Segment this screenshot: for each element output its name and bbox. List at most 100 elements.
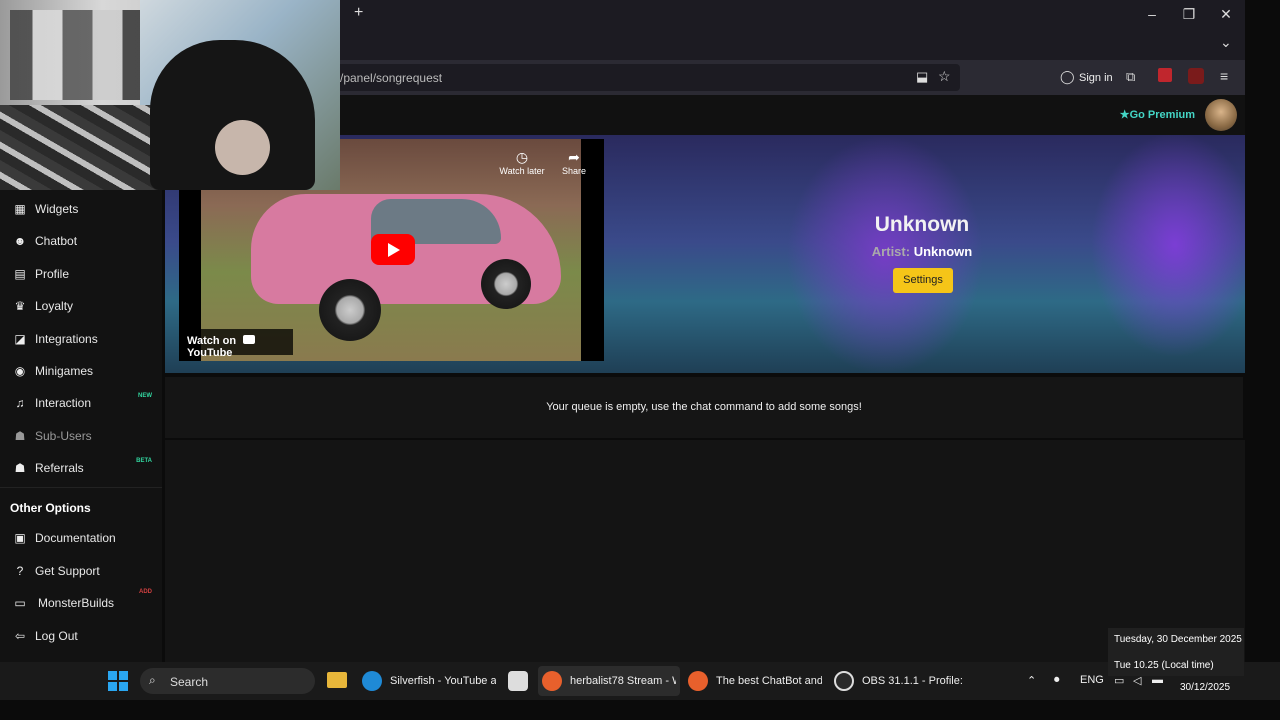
sidebar-item-label: MonsterBuilds xyxy=(38,596,115,610)
song-artist: Artist: Unknown xyxy=(817,244,1027,259)
new-tab-button[interactable]: + xyxy=(354,4,363,22)
url-text: /panel/songrequest xyxy=(340,71,443,85)
sidebar-item-monsterbuilds[interactable]: ▭ MonsterBuilds ADD xyxy=(0,589,162,617)
go-premium-label: Go Premium xyxy=(1129,109,1195,121)
store-icon[interactable] xyxy=(508,671,528,691)
taskbar-app-firefox-stream[interactable]: herbalist78 Stream - Wa xyxy=(538,666,680,696)
ad-badge: ADD xyxy=(139,589,152,595)
widgets-icon: ▦ xyxy=(14,202,26,216)
windows-logo-icon xyxy=(108,671,117,680)
sidebar-item-sub-users[interactable]: ☗ Sub-Users xyxy=(0,422,162,450)
search-label: Search xyxy=(170,675,209,689)
microphone-icon[interactable]: ⏺ xyxy=(1054,674,1060,687)
sidebar: ▦ Widgets ☻ Chatbot ▤ Profile ♛ Loyalty … xyxy=(0,135,162,662)
trophy-icon: ♛ xyxy=(14,299,26,313)
book-icon: ▣ xyxy=(14,531,26,545)
sign-in-button[interactable]: ◯ Sign in xyxy=(1058,68,1114,88)
sidebar-item-label: Widgets xyxy=(35,202,79,216)
sign-in-label: Sign in xyxy=(1079,72,1113,84)
sidebar-item-widgets[interactable]: ▦ Widgets xyxy=(0,195,162,223)
sidebar-item-label: Minigames xyxy=(35,364,94,378)
watch-later-button[interactable]: ◷ Watch later xyxy=(497,149,547,176)
extension-red-icon[interactable] xyxy=(1158,68,1172,82)
webcam-overlay xyxy=(0,0,340,190)
tray-overflow-icon[interactable]: ⌃ xyxy=(1027,674,1036,687)
language-indicator[interactable]: ENG xyxy=(1080,674,1104,686)
sidebar-item-label: Referrals xyxy=(35,461,84,475)
robot-icon: ☻ xyxy=(13,234,27,248)
avatar[interactable] xyxy=(1205,99,1237,131)
sidebar-item-loyalty[interactable]: ♛ Loyalty xyxy=(0,292,162,320)
integrations-icon: ◪ xyxy=(14,332,26,346)
sidebar-item-label: Chatbot xyxy=(35,234,78,248)
sidebar-item-chatbot[interactable]: ☻ Chatbot xyxy=(0,227,162,255)
taskbar-app-label: OBS 31.1.1 - Profile: Unti xyxy=(862,675,966,687)
taskbar-app-edge[interactable]: Silverfish - YouTube and xyxy=(358,666,498,696)
taskbar-app-label: Silverfish - YouTube and xyxy=(390,675,496,687)
webcam-face-shape xyxy=(215,120,270,175)
taskbar-app-obs[interactable]: OBS 31.1.1 - Profile: Unti xyxy=(830,666,970,696)
new-badge: NEW xyxy=(138,393,152,399)
sidebar-item-label: Get Support xyxy=(35,564,100,578)
tooltip-time: Tue 10.25 (Local time) xyxy=(1114,660,1214,671)
restore-button[interactable]: ❐ xyxy=(1179,6,1199,23)
watch-on-youtube-link[interactable]: Watch on YouTube xyxy=(183,329,293,359)
firefox-icon xyxy=(688,671,708,691)
share-icon: ➦ xyxy=(568,149,580,165)
sidebar-item-integrations[interactable]: ◪ Integrations xyxy=(0,325,162,353)
menu-icon[interactable]: ≡ xyxy=(1220,68,1228,84)
question-icon: ? xyxy=(16,564,24,578)
list-all-tabs-icon[interactable]: ⌄ xyxy=(1220,34,1232,51)
id-card-icon: ▤ xyxy=(14,267,26,281)
sidebar-item-referrals[interactable]: ☗ Referrals BETA xyxy=(0,454,162,482)
close-window-button[interactable]: ✕ xyxy=(1216,6,1236,23)
taskbar-app-firefox-chatbot[interactable]: The best ChatBot and W xyxy=(684,666,826,696)
clock-date[interactable]: 30/12/2025 xyxy=(1180,682,1230,693)
sidebar-item-get-support[interactable]: ? Get Support xyxy=(0,557,162,585)
other-options-title: Other Options xyxy=(10,501,91,515)
logout-icon: ⇦ xyxy=(14,629,26,643)
content-background xyxy=(165,440,1245,662)
go-premium-link[interactable]: ★Go Premium xyxy=(1120,108,1195,121)
sidebar-item-log-out[interactable]: ⇦ Log Out xyxy=(0,622,162,650)
save-page-icon[interactable]: ⬓ xyxy=(916,69,928,85)
youtube-play-button[interactable] xyxy=(371,234,415,265)
bookmark-star-icon[interactable]: ☆ xyxy=(938,68,951,85)
beta-badge: BETA xyxy=(136,458,152,464)
share-button[interactable]: ➦ Share xyxy=(549,149,599,176)
artist-value: Unknown xyxy=(913,244,973,259)
music-note-icon: ♫ xyxy=(15,396,25,410)
taskbar-search[interactable]: ⌕ Search xyxy=(140,668,315,694)
users-icon: ☗ xyxy=(14,429,26,443)
sidebar-item-interaction[interactable]: ♫ Interaction NEW xyxy=(0,389,162,417)
file-explorer-icon[interactable] xyxy=(327,672,347,688)
edge-icon xyxy=(362,671,382,691)
obs-icon xyxy=(834,671,854,691)
sidebar-item-profile[interactable]: ▤ Profile xyxy=(0,260,162,288)
watch-later-label: Watch later xyxy=(499,166,545,176)
song-title: Unknown xyxy=(874,213,970,236)
sidebar-item-label: Integrations xyxy=(35,332,98,346)
taskbar-app-label: herbalist78 Stream - Wa xyxy=(570,675,676,687)
sidebar-item-label: Log Out xyxy=(35,629,78,643)
taskbar-app-label: The best ChatBot and W xyxy=(716,675,822,687)
sidebar-item-label: Documentation xyxy=(35,531,116,545)
laptop-icon: ▭ xyxy=(14,596,26,610)
firefox-icon xyxy=(542,671,562,691)
account-icon: ◯ xyxy=(1060,69,1075,84)
extension-adblock-icon[interactable] xyxy=(1188,68,1204,84)
queue-empty-message: Your queue is empty, use the chat comman… xyxy=(546,401,862,413)
webcam-background-shape xyxy=(10,10,160,100)
url-field[interactable]: /panel/songrequest ⬓ ☆ xyxy=(330,64,960,91)
sidebar-item-minigames[interactable]: ◉ Minigames xyxy=(0,357,162,385)
minimize-button[interactable]: – xyxy=(1142,6,1162,22)
windows-logo-icon xyxy=(108,682,117,691)
extensions-icon[interactable]: ⧉ xyxy=(1126,69,1135,85)
gamepad-icon: ◉ xyxy=(14,364,26,378)
sidebar-item-documentation[interactable]: ▣ Documentation xyxy=(0,524,162,552)
settings-button[interactable]: Settings xyxy=(893,268,953,293)
sidebar-item-label: Profile xyxy=(35,267,70,281)
start-button[interactable] xyxy=(108,671,128,691)
artist-key: Artist: xyxy=(871,244,911,259)
sidebar-item-label: Interaction xyxy=(35,396,92,410)
